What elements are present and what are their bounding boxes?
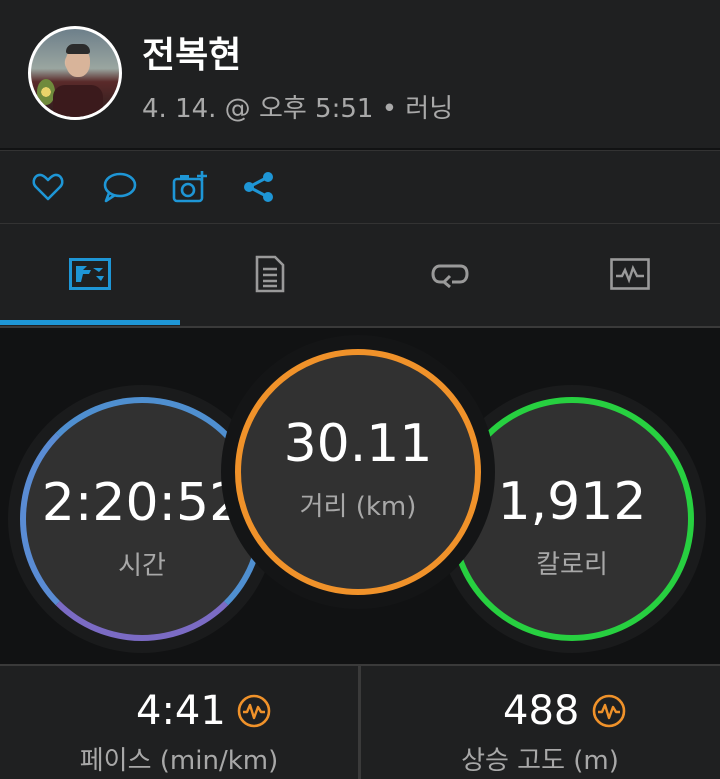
tab-bar bbox=[0, 224, 720, 328]
tab-laps[interactable] bbox=[360, 224, 540, 324]
details-icon bbox=[255, 255, 285, 293]
overview-icon bbox=[69, 258, 111, 290]
avatar[interactable] bbox=[28, 26, 122, 120]
time-value: 2:20:52 bbox=[41, 472, 243, 533]
calories-summary: 1,912 칼로리 bbox=[450, 397, 694, 641]
pace-label: 페이스 (min/km) bbox=[79, 746, 279, 776]
elevation-stat[interactable]: 488 상승 고도 (m) bbox=[361, 666, 719, 779]
time-label: 시간 bbox=[118, 550, 166, 581]
chart-icon bbox=[610, 258, 650, 290]
action-bar bbox=[0, 150, 720, 224]
time-summary: 2:20:52 시간 bbox=[20, 397, 264, 641]
tab-details[interactable] bbox=[180, 224, 360, 324]
laps-icon bbox=[431, 264, 469, 288]
camera-add-icon[interactable] bbox=[172, 169, 208, 205]
distance-value: 30.11 bbox=[283, 413, 433, 474]
calories-value: 1,912 bbox=[497, 471, 647, 532]
heart-icon[interactable] bbox=[30, 169, 66, 205]
tab-chart[interactable] bbox=[540, 224, 720, 324]
stats-row: 4:41 페이스 (min/km) 488 상승 고도 (m) bbox=[0, 664, 720, 779]
elevation-value: 488 bbox=[503, 688, 580, 734]
comment-icon[interactable] bbox=[102, 169, 138, 205]
share-icon[interactable] bbox=[241, 169, 277, 205]
pace-stat[interactable]: 4:41 페이스 (min/km) bbox=[0, 666, 358, 779]
pace-value: 4:41 bbox=[136, 688, 226, 734]
distance-label: 거리 (km) bbox=[299, 491, 417, 522]
calories-label: 칼로리 bbox=[536, 549, 608, 580]
pace-info-icon[interactable] bbox=[237, 694, 271, 728]
activity-meta: 4. 14. @ 오후 5:51 • 러닝 bbox=[142, 94, 454, 124]
activity-header: 전복현 4. 14. @ 오후 5:51 • 러닝 bbox=[0, 0, 720, 148]
active-tab-indicator bbox=[0, 320, 180, 325]
distance-summary: 30.11 거리 (km) bbox=[235, 349, 481, 595]
user-name[interactable]: 전복현 bbox=[142, 26, 241, 78]
tab-overview[interactable] bbox=[0, 224, 180, 324]
elevation-info-icon[interactable] bbox=[592, 694, 626, 728]
elevation-label: 상승 고도 (m) bbox=[461, 746, 619, 776]
